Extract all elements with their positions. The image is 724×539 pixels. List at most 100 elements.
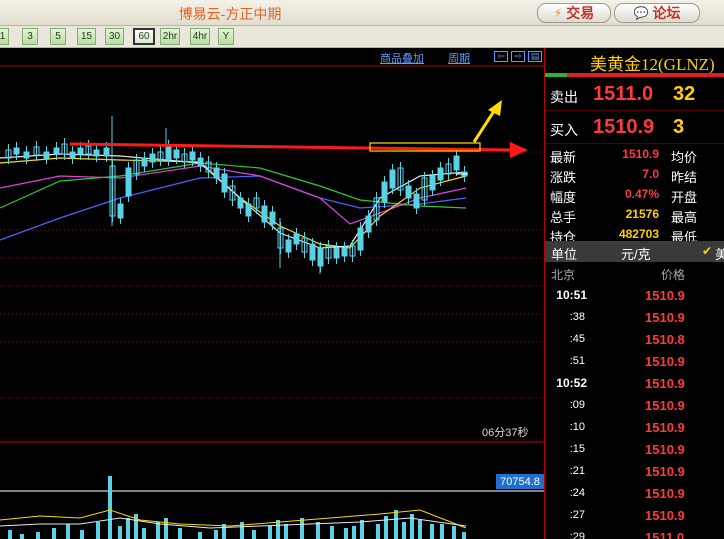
candle-body — [357, 227, 364, 251]
buy-volume: 3 — [673, 116, 685, 138]
volume-bar — [418, 520, 422, 539]
candle-body — [453, 155, 460, 171]
resistance-line — [69, 142, 513, 152]
unit-row: 单位 元/克 ✔ 美 — [545, 241, 724, 262]
period-button-60[interactable]: 60 — [133, 28, 155, 45]
chart-canvas — [0, 65, 544, 539]
scroll-right-icon[interactable]: ⇨ — [511, 51, 525, 62]
unit-trailing: 美 — [715, 247, 724, 262]
tick-row[interactable]: :51 1510.9 — [545, 352, 724, 374]
candle-body — [245, 203, 252, 217]
stat-value: 482703 — [618, 227, 659, 241]
bid-ask-ratio-bar — [545, 73, 724, 77]
tick-row[interactable]: :10 1510.9 — [545, 418, 724, 440]
lightning-icon: ⚡ — [553, 6, 563, 20]
buy-label: 买入 — [550, 122, 578, 138]
tick-row[interactable]: :21 1510.9 — [545, 462, 724, 484]
tick-price: 1510.9 — [645, 442, 685, 457]
tick-row[interactable]: 10:51 1510.9 — [545, 286, 724, 308]
candle-body — [93, 149, 100, 157]
symbol-header[interactable]: 美黄金12(GLNZ) — [545, 48, 724, 74]
tick-row[interactable]: :24 1510.9 — [545, 484, 724, 506]
overlay-commodity-link[interactable]: 商品叠加 — [380, 50, 424, 66]
volume-bar — [178, 528, 182, 539]
candle-body — [149, 153, 156, 163]
candle-body — [189, 151, 196, 161]
app-title: 博易云-方正中期 — [178, 6, 282, 22]
tick-time: 10:52 — [556, 376, 587, 390]
layout-icon[interactable]: ▤ — [528, 51, 542, 62]
candle-body — [77, 147, 84, 155]
stat-value: 0.47% — [624, 187, 659, 201]
tick-price: 1511.0 — [645, 530, 685, 539]
volume-bar — [198, 532, 202, 539]
volume-bar — [440, 524, 444, 539]
unit-label: 单位 — [551, 247, 578, 262]
candle-body — [197, 157, 204, 167]
candle-body — [413, 193, 420, 209]
volume-bar — [360, 520, 364, 539]
volume-bar — [8, 530, 12, 539]
tick-row[interactable]: :27 1510.9 — [545, 506, 724, 528]
tick-time: :38 — [569, 311, 585, 323]
tick-price: 1510.9 — [645, 486, 685, 501]
sell-quote-row[interactable]: 卖出 1511.0 32 — [545, 78, 724, 111]
tick-row[interactable]: :09 1510.9 — [545, 396, 724, 418]
candle-body — [221, 173, 228, 193]
trade-button[interactable]: ⚡ 交易 — [537, 3, 611, 23]
volume-bar — [214, 530, 218, 539]
volume-bar — [80, 530, 84, 539]
tick-time: :45 — [569, 333, 585, 345]
tick-row[interactable]: :38 1510.9 — [545, 308, 724, 330]
period-button-2hr[interactable]: 2hr — [160, 28, 180, 45]
checkmark-icon[interactable]: ✔ — [702, 244, 712, 258]
period-toolbar: 1 3 5 15 30 60 2hr 4hr Y — [0, 26, 724, 48]
volume-bar — [156, 522, 160, 539]
stat-row: 涨跌 7.0 昨结 — [545, 164, 724, 185]
stat-row: 总手 21576 最高 — [545, 204, 724, 225]
tick-row[interactable]: :29 1511.0 — [545, 528, 724, 539]
tick-row[interactable]: :45 1510.8 — [545, 330, 724, 352]
period-button-3[interactable]: 3 — [22, 28, 38, 45]
stat-value: 21576 — [625, 207, 659, 221]
tick-row[interactable]: :15 1510.9 — [545, 440, 724, 462]
period-button-15[interactable]: 15 — [77, 28, 96, 45]
period-button-5[interactable]: 5 — [50, 28, 66, 45]
tick-time: :29 — [569, 531, 585, 539]
tick-row[interactable]: 10:52 1510.9 — [545, 374, 724, 396]
tick-time: :51 — [569, 355, 585, 367]
period-button-30[interactable]: 30 — [105, 28, 124, 45]
forum-button[interactable]: 💬 论坛 — [614, 3, 700, 23]
period-button-4hr[interactable]: 4hr — [190, 28, 210, 45]
volume-bar — [352, 526, 356, 539]
volume-bar — [300, 518, 304, 539]
candle-body — [293, 233, 300, 245]
volume-bar — [316, 522, 320, 539]
candlestick-chart-area[interactable]: 商品叠加 周期 ⇦ ⇨ ▤ 06分37秒 70754.8 — [0, 48, 544, 539]
tick-price: 1510.9 — [645, 420, 685, 435]
candle-body — [429, 175, 436, 191]
tick-price: 1510.8 — [645, 332, 685, 347]
bar-countdown: 06分37秒 — [482, 427, 529, 439]
tick-price: 1510.9 — [645, 464, 685, 479]
candle-body — [405, 185, 412, 199]
tick-time: :10 — [569, 421, 585, 433]
chart-toolbar: 商品叠加 周期 ⇦ ⇨ ▤ — [0, 48, 544, 66]
volume-bar — [164, 518, 168, 539]
volume-bar — [462, 532, 466, 539]
candle-body — [141, 157, 148, 167]
volume-bar — [108, 476, 112, 539]
buy-quote-row[interactable]: 买入 1510.9 3 — [545, 111, 724, 144]
period-button-1[interactable]: 1 — [0, 28, 9, 45]
scroll-left-icon[interactable]: ⇦ — [494, 51, 508, 62]
period-button-Y[interactable]: Y — [218, 28, 234, 45]
candle-body — [365, 215, 372, 233]
tick-time: 10:51 — [556, 288, 587, 302]
volume-bar — [330, 526, 334, 539]
period-link[interactable]: 周期 — [448, 50, 470, 66]
volume-bar — [66, 524, 70, 539]
candle-body — [13, 147, 20, 155]
candle-body — [285, 239, 292, 253]
volume-bar — [142, 528, 146, 539]
tick-header-price: 价格 — [661, 268, 686, 282]
